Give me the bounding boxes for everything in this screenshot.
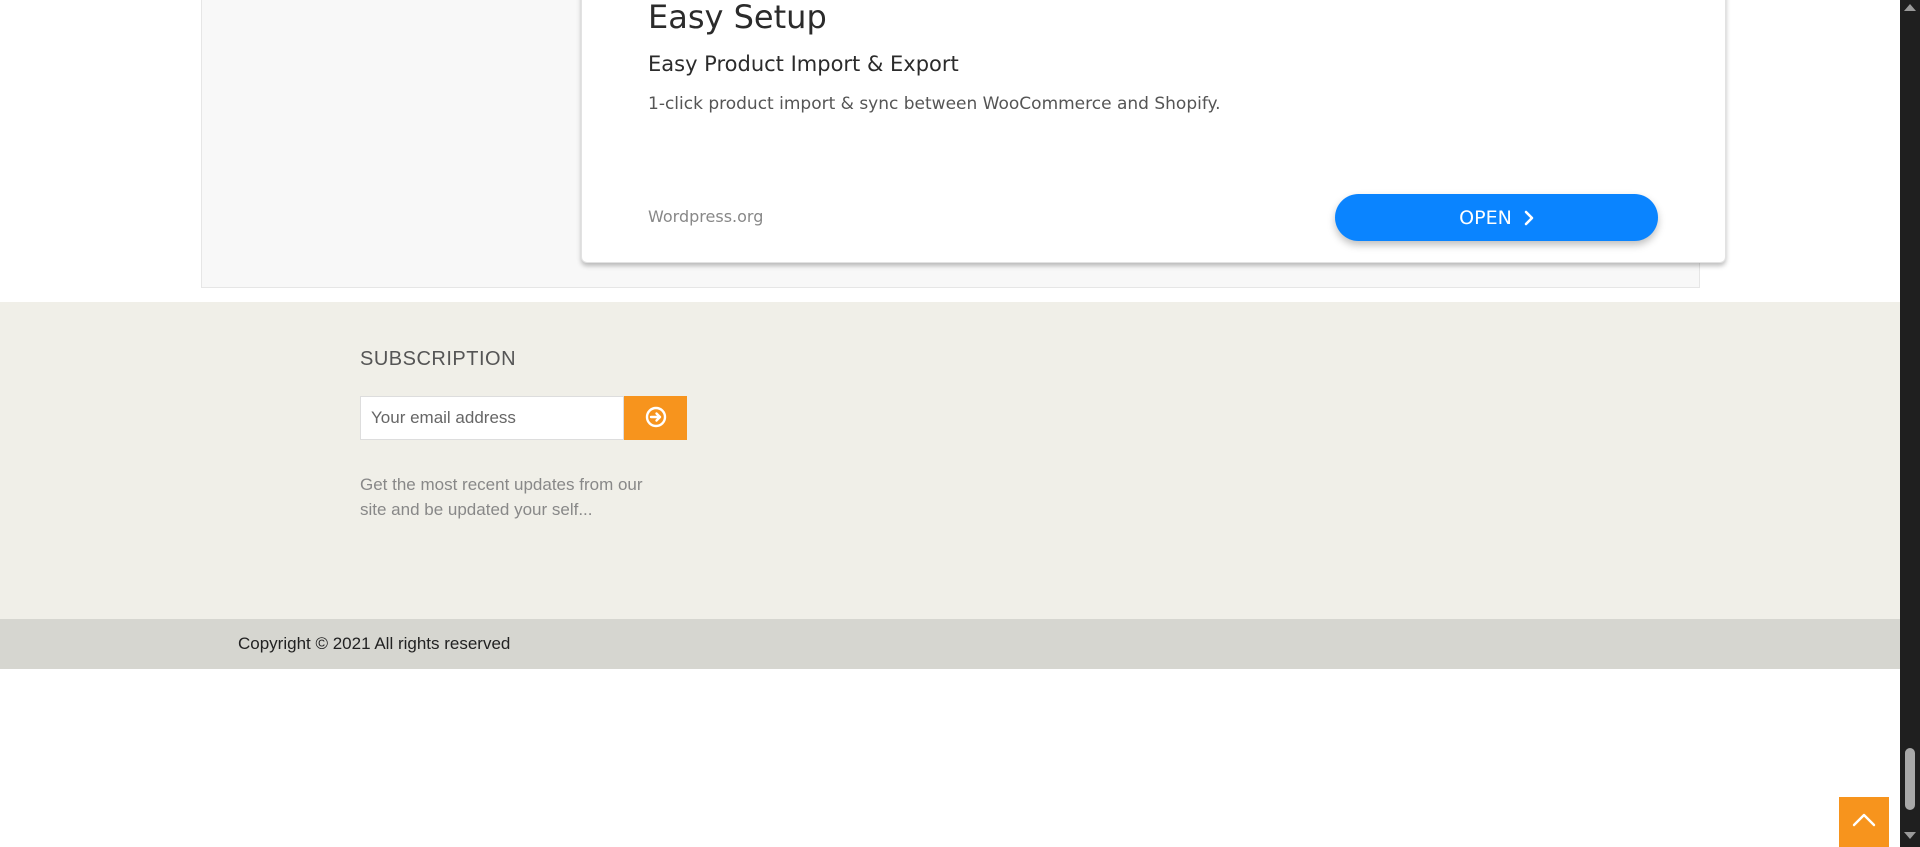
chevron-right-icon bbox=[1524, 210, 1534, 226]
scroll-down-arrow-icon[interactable] bbox=[1904, 832, 1916, 839]
back-to-top-button[interactable] bbox=[1839, 797, 1889, 847]
scroll-thumb[interactable] bbox=[1905, 748, 1915, 810]
email-input[interactable] bbox=[360, 396, 624, 440]
card-description: 1-click product import & sync between Wo… bbox=[648, 94, 1221, 114]
card-source-label: Wordpress.org bbox=[648, 207, 764, 226]
card-title: Easy Setup bbox=[648, 0, 827, 36]
page: Easy Setup Easy Product Import & Export … bbox=[0, 0, 1920, 847]
subscription-description: Get the most recent updates from our sit… bbox=[360, 475, 643, 519]
open-button-label: OPEN bbox=[1459, 206, 1512, 229]
arrow-circle-right-icon bbox=[645, 406, 667, 431]
subscription-section: SUBSCRIPTION Get the most recent updates… bbox=[0, 302, 1900, 619]
scroll-up-arrow-icon[interactable] bbox=[1904, 4, 1916, 11]
card-subtitle: Easy Product Import & Export bbox=[648, 52, 959, 76]
subscribe-submit-button[interactable] bbox=[624, 396, 687, 440]
open-button[interactable]: OPEN bbox=[1335, 194, 1658, 241]
copyright-bar: Copyright © 2021 All rights reserved bbox=[0, 619, 1900, 669]
vertical-scrollbar[interactable] bbox=[1900, 0, 1920, 847]
card-container: Easy Setup Easy Product Import & Export … bbox=[201, 0, 1726, 288]
copyright-text: Copyright © 2021 All rights reserved bbox=[238, 634, 511, 653]
subscription-heading: SUBSCRIPTION bbox=[360, 348, 517, 370]
chevron-up-icon bbox=[1852, 813, 1876, 832]
app-card: Easy Setup Easy Product Import & Export … bbox=[581, 0, 1726, 263]
